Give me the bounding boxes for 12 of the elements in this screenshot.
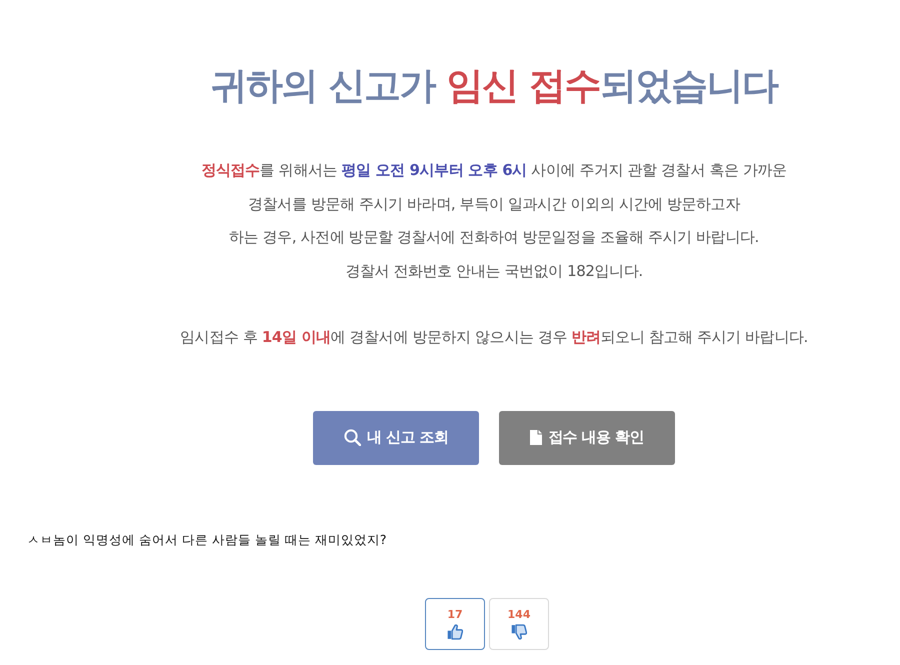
search-icon xyxy=(344,429,362,446)
comment-text: ㅅㅂ놈이 익명성에 숨어서 다른 사람들 놀릴 때는 재미있었지? xyxy=(27,532,386,548)
like-button[interactable]: 17 xyxy=(425,598,485,650)
notice-paragraph: 임시접수 후 14일 이내에 경찰서에 방문하지 않으시는 경우 반려되오니 참고해 주시기 바랍니다. xyxy=(180,327,808,348)
thumbs-down-icon xyxy=(511,624,527,640)
dislike-button[interactable]: 144 xyxy=(489,598,549,650)
report-lookup-button[interactable]: 내 신고 조회 xyxy=(313,410,480,464)
thumbs-up-icon xyxy=(447,624,463,640)
notice-paragraph: 정식접수를 위해서는 평일 오전 9시부터 오후 6시 사이에 주거지 관할 경찰서 혹은 가까운 경찰서를 방문해 주시기 바라며, 부득이 일과시간 이외의 시간에 방문하고자 하는 경우, 사전에 방문할 경찰서에 전화하여 방문일정을 조율해 주시기 바랍니다. 경찰서 전화번호 안내는 국번없이 182입니다. xyxy=(201,160,787,282)
receipt-details-button[interactable]: 접수 내용 확인 xyxy=(499,410,675,464)
page-title: 귀하의 신고가 임신 접수되었습니다 xyxy=(210,64,778,107)
document-icon xyxy=(530,430,542,445)
